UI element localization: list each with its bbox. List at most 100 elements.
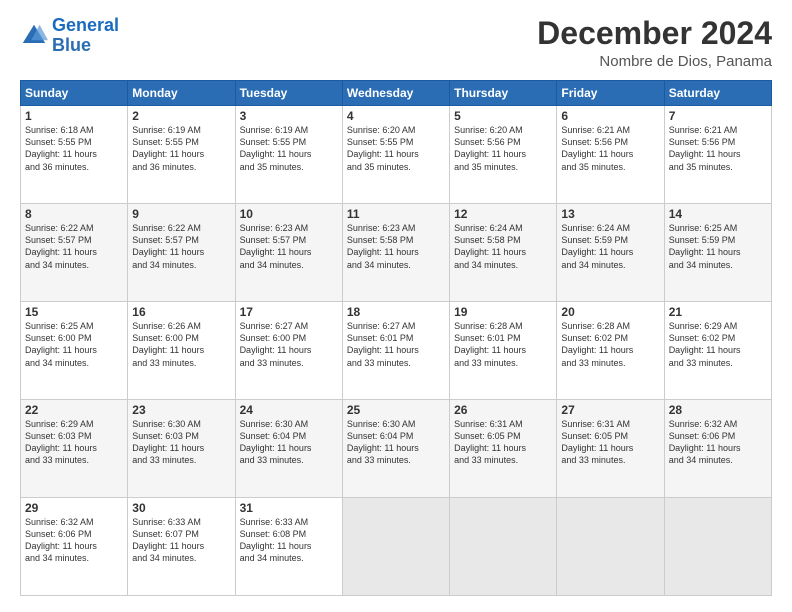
- calendar-week-row: 8Sunrise: 6:22 AM Sunset: 5:57 PM Daylig…: [21, 204, 772, 302]
- day-info: Sunrise: 6:27 AM Sunset: 6:01 PM Dayligh…: [347, 320, 445, 369]
- day-info: Sunrise: 6:21 AM Sunset: 5:56 PM Dayligh…: [561, 124, 659, 173]
- day-info: Sunrise: 6:31 AM Sunset: 6:05 PM Dayligh…: [561, 418, 659, 467]
- day-number: 4: [347, 109, 445, 123]
- day-number: 20: [561, 305, 659, 319]
- day-number: 28: [669, 403, 767, 417]
- calendar-day-cell: [557, 498, 664, 596]
- main-title: December 2024: [537, 16, 772, 51]
- day-number: 14: [669, 207, 767, 221]
- day-number: 26: [454, 403, 552, 417]
- day-number: 19: [454, 305, 552, 319]
- day-number: 31: [240, 501, 338, 515]
- calendar-day-cell: 5Sunrise: 6:20 AM Sunset: 5:56 PM Daylig…: [450, 106, 557, 204]
- day-info: Sunrise: 6:23 AM Sunset: 5:58 PM Dayligh…: [347, 222, 445, 271]
- logo-icon: [20, 22, 48, 50]
- day-number: 17: [240, 305, 338, 319]
- day-number: 9: [132, 207, 230, 221]
- logo-line2: Blue: [52, 35, 91, 55]
- day-number: 27: [561, 403, 659, 417]
- day-info: Sunrise: 6:28 AM Sunset: 6:02 PM Dayligh…: [561, 320, 659, 369]
- calendar-day-cell: 11Sunrise: 6:23 AM Sunset: 5:58 PM Dayli…: [342, 204, 449, 302]
- day-info: Sunrise: 6:20 AM Sunset: 5:55 PM Dayligh…: [347, 124, 445, 173]
- calendar-day-header: Saturday: [664, 81, 771, 106]
- day-info: Sunrise: 6:28 AM Sunset: 6:01 PM Dayligh…: [454, 320, 552, 369]
- day-info: Sunrise: 6:29 AM Sunset: 6:03 PM Dayligh…: [25, 418, 123, 467]
- calendar-header-row: SundayMondayTuesdayWednesdayThursdayFrid…: [21, 81, 772, 106]
- calendar-day-header: Monday: [128, 81, 235, 106]
- day-info: Sunrise: 6:32 AM Sunset: 6:06 PM Dayligh…: [669, 418, 767, 467]
- calendar-day-cell: 2Sunrise: 6:19 AM Sunset: 5:55 PM Daylig…: [128, 106, 235, 204]
- calendar-day-cell: 31Sunrise: 6:33 AM Sunset: 6:08 PM Dayli…: [235, 498, 342, 596]
- day-info: Sunrise: 6:24 AM Sunset: 5:58 PM Dayligh…: [454, 222, 552, 271]
- day-number: 2: [132, 109, 230, 123]
- calendar-day-cell: [664, 498, 771, 596]
- day-info: Sunrise: 6:32 AM Sunset: 6:06 PM Dayligh…: [25, 516, 123, 565]
- day-info: Sunrise: 6:23 AM Sunset: 5:57 PM Dayligh…: [240, 222, 338, 271]
- day-number: 21: [669, 305, 767, 319]
- day-number: 6: [561, 109, 659, 123]
- header: General Blue December 2024 Nombre de Dio…: [20, 16, 772, 70]
- day-number: 22: [25, 403, 123, 417]
- calendar-day-cell: 27Sunrise: 6:31 AM Sunset: 6:05 PM Dayli…: [557, 400, 664, 498]
- calendar-day-cell: 1Sunrise: 6:18 AM Sunset: 5:55 PM Daylig…: [21, 106, 128, 204]
- day-number: 1: [25, 109, 123, 123]
- calendar-day-cell: 26Sunrise: 6:31 AM Sunset: 6:05 PM Dayli…: [450, 400, 557, 498]
- subtitle: Nombre de Dios, Panama: [537, 53, 772, 70]
- calendar-day-header: Friday: [557, 81, 664, 106]
- calendar-day-cell: 20Sunrise: 6:28 AM Sunset: 6:02 PM Dayli…: [557, 302, 664, 400]
- day-number: 10: [240, 207, 338, 221]
- calendar-day-cell: 7Sunrise: 6:21 AM Sunset: 5:56 PM Daylig…: [664, 106, 771, 204]
- logo-line1: General: [52, 15, 119, 35]
- calendar-day-cell: 17Sunrise: 6:27 AM Sunset: 6:00 PM Dayli…: [235, 302, 342, 400]
- day-number: 12: [454, 207, 552, 221]
- calendar-day-cell: 16Sunrise: 6:26 AM Sunset: 6:00 PM Dayli…: [128, 302, 235, 400]
- day-info: Sunrise: 6:26 AM Sunset: 6:00 PM Dayligh…: [132, 320, 230, 369]
- calendar-table: SundayMondayTuesdayWednesdayThursdayFrid…: [20, 80, 772, 596]
- day-number: 29: [25, 501, 123, 515]
- calendar-day-cell: 21Sunrise: 6:29 AM Sunset: 6:02 PM Dayli…: [664, 302, 771, 400]
- day-number: 15: [25, 305, 123, 319]
- day-info: Sunrise: 6:27 AM Sunset: 6:00 PM Dayligh…: [240, 320, 338, 369]
- day-info: Sunrise: 6:30 AM Sunset: 6:04 PM Dayligh…: [240, 418, 338, 467]
- day-info: Sunrise: 6:30 AM Sunset: 6:03 PM Dayligh…: [132, 418, 230, 467]
- day-info: Sunrise: 6:19 AM Sunset: 5:55 PM Dayligh…: [240, 124, 338, 173]
- calendar-day-header: Sunday: [21, 81, 128, 106]
- calendar-day-cell: 14Sunrise: 6:25 AM Sunset: 5:59 PM Dayli…: [664, 204, 771, 302]
- day-info: Sunrise: 6:31 AM Sunset: 6:05 PM Dayligh…: [454, 418, 552, 467]
- day-number: 5: [454, 109, 552, 123]
- calendar-day-cell: 9Sunrise: 6:22 AM Sunset: 5:57 PM Daylig…: [128, 204, 235, 302]
- calendar-day-cell: 22Sunrise: 6:29 AM Sunset: 6:03 PM Dayli…: [21, 400, 128, 498]
- day-number: 30: [132, 501, 230, 515]
- day-info: Sunrise: 6:22 AM Sunset: 5:57 PM Dayligh…: [132, 222, 230, 271]
- calendar-day-header: Thursday: [450, 81, 557, 106]
- day-number: 23: [132, 403, 230, 417]
- calendar-day-cell: 8Sunrise: 6:22 AM Sunset: 5:57 PM Daylig…: [21, 204, 128, 302]
- day-info: Sunrise: 6:24 AM Sunset: 5:59 PM Dayligh…: [561, 222, 659, 271]
- calendar-day-cell: 4Sunrise: 6:20 AM Sunset: 5:55 PM Daylig…: [342, 106, 449, 204]
- day-info: Sunrise: 6:25 AM Sunset: 6:00 PM Dayligh…: [25, 320, 123, 369]
- calendar-day-cell: [342, 498, 449, 596]
- day-number: 24: [240, 403, 338, 417]
- day-number: 13: [561, 207, 659, 221]
- day-info: Sunrise: 6:33 AM Sunset: 6:08 PM Dayligh…: [240, 516, 338, 565]
- calendar-day-cell: 28Sunrise: 6:32 AM Sunset: 6:06 PM Dayli…: [664, 400, 771, 498]
- logo-text: General Blue: [52, 16, 119, 56]
- calendar-day-cell: 23Sunrise: 6:30 AM Sunset: 6:03 PM Dayli…: [128, 400, 235, 498]
- day-info: Sunrise: 6:29 AM Sunset: 6:02 PM Dayligh…: [669, 320, 767, 369]
- day-info: Sunrise: 6:20 AM Sunset: 5:56 PM Dayligh…: [454, 124, 552, 173]
- day-number: 11: [347, 207, 445, 221]
- page: General Blue December 2024 Nombre de Dio…: [0, 0, 792, 612]
- calendar-day-cell: 29Sunrise: 6:32 AM Sunset: 6:06 PM Dayli…: [21, 498, 128, 596]
- day-number: 16: [132, 305, 230, 319]
- calendar-week-row: 22Sunrise: 6:29 AM Sunset: 6:03 PM Dayli…: [21, 400, 772, 498]
- day-info: Sunrise: 6:25 AM Sunset: 5:59 PM Dayligh…: [669, 222, 767, 271]
- calendar-day-header: Tuesday: [235, 81, 342, 106]
- calendar-day-cell: 13Sunrise: 6:24 AM Sunset: 5:59 PM Dayli…: [557, 204, 664, 302]
- calendar-day-cell: 25Sunrise: 6:30 AM Sunset: 6:04 PM Dayli…: [342, 400, 449, 498]
- calendar-day-cell: 24Sunrise: 6:30 AM Sunset: 6:04 PM Dayli…: [235, 400, 342, 498]
- calendar-day-cell: 30Sunrise: 6:33 AM Sunset: 6:07 PM Dayli…: [128, 498, 235, 596]
- title-block: December 2024 Nombre de Dios, Panama: [537, 16, 772, 70]
- calendar-day-cell: 18Sunrise: 6:27 AM Sunset: 6:01 PM Dayli…: [342, 302, 449, 400]
- calendar-day-cell: 10Sunrise: 6:23 AM Sunset: 5:57 PM Dayli…: [235, 204, 342, 302]
- day-info: Sunrise: 6:21 AM Sunset: 5:56 PM Dayligh…: [669, 124, 767, 173]
